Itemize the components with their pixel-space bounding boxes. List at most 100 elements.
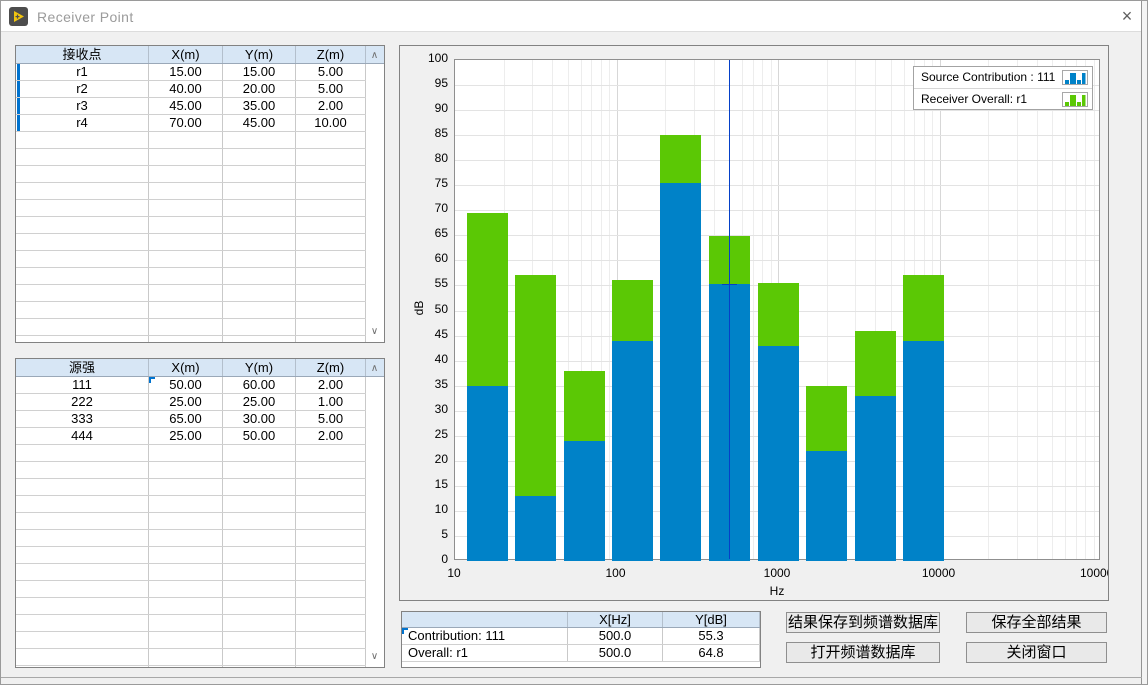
- legend-item[interactable]: Source Contribution : 111: [914, 67, 1092, 88]
- cursor-readout-row[interactable]: Contribution: 111500.055.3: [402, 628, 760, 645]
- source-row: [16, 513, 366, 530]
- table-cell[interactable]: Contribution: 111: [402, 628, 568, 644]
- save-results-to-spectrum-db-button[interactable]: 结果保存到频谱数据库: [786, 612, 940, 633]
- table-cell[interactable]: 5.00: [296, 64, 366, 80]
- table-cell: [296, 200, 366, 216]
- close-window-button[interactable]: 关闭窗口: [966, 642, 1107, 663]
- source-header-cell: X(m): [149, 359, 223, 376]
- table-cell[interactable]: 15.00: [149, 64, 223, 80]
- table-cell: [149, 183, 223, 199]
- table-cell[interactable]: r2: [16, 81, 149, 97]
- table-cell: [16, 285, 149, 301]
- y-tick-label: 60: [408, 251, 448, 265]
- source-row[interactable]: 11150.0060.002.00: [16, 377, 366, 394]
- table-cell: [296, 581, 366, 597]
- source-row[interactable]: 44425.0050.002.00: [16, 428, 366, 445]
- source-row: [16, 598, 366, 615]
- source-row: [16, 615, 366, 632]
- table-cell: [223, 615, 296, 631]
- source-row: [16, 632, 366, 649]
- receiver-row[interactable]: r115.0015.005.00: [16, 64, 366, 81]
- table-cell[interactable]: 10.00: [296, 115, 366, 131]
- source-row[interactable]: 33365.0030.005.00: [16, 411, 366, 428]
- table-cell: [16, 649, 149, 665]
- scroll-down-icon[interactable]: ∨: [367, 325, 382, 339]
- table-cell: [16, 200, 149, 216]
- row-selection-marker: [17, 81, 20, 97]
- table-cell[interactable]: 2.00: [296, 377, 366, 393]
- row-selection-marker: [17, 115, 20, 131]
- table-cell: [296, 513, 366, 529]
- receiver-row[interactable]: r470.0045.0010.00: [16, 115, 366, 132]
- scroll-up-icon[interactable]: ∧: [367, 49, 382, 63]
- table-cell: [16, 132, 149, 148]
- table-cell: [296, 251, 366, 267]
- cursor-readout-header-row: X[Hz]Y[dB]: [402, 612, 760, 628]
- table-cell[interactable]: 2.00: [296, 98, 366, 114]
- y-tick-label: 5: [408, 527, 448, 541]
- y-tick-label: 25: [408, 427, 448, 441]
- table-cell[interactable]: 35.00: [223, 98, 296, 114]
- table-cell[interactable]: 25.00: [149, 394, 223, 410]
- save-all-results-button[interactable]: 保存全部结果: [966, 612, 1107, 633]
- table-cell[interactable]: 20.00: [223, 81, 296, 97]
- open-spectrum-db-button[interactable]: 打开频谱数据库: [786, 642, 940, 663]
- scroll-down-icon[interactable]: ∨: [367, 650, 382, 664]
- table-cell[interactable]: 50.00: [223, 428, 296, 444]
- table-cell[interactable]: r3: [16, 98, 149, 114]
- table-cell[interactable]: 15.00: [223, 64, 296, 80]
- table-cell[interactable]: 2.00: [296, 428, 366, 444]
- table-cell[interactable]: 333: [16, 411, 149, 427]
- bar-contribution: [903, 341, 944, 561]
- table-cell[interactable]: 70.00: [149, 115, 223, 131]
- table-cell[interactable]: 500.0: [568, 628, 663, 644]
- y-tick-label: 90: [408, 101, 448, 115]
- table-cell[interactable]: 40.00: [149, 81, 223, 97]
- table-cell[interactable]: 111: [16, 377, 149, 393]
- source-row[interactable]: 22225.0025.001.00: [16, 394, 366, 411]
- table-cell[interactable]: r1: [16, 64, 149, 80]
- table-cell: [296, 149, 366, 165]
- table-cell[interactable]: 5.00: [296, 411, 366, 427]
- receiver-row[interactable]: r240.0020.005.00: [16, 81, 366, 98]
- table-cell: [16, 581, 149, 597]
- table-cell: [223, 268, 296, 284]
- table-cell[interactable]: Overall: r1: [402, 645, 568, 661]
- close-icon[interactable]: ×: [1113, 4, 1141, 30]
- table-cell[interactable]: r4: [16, 115, 149, 131]
- table-cell[interactable]: 50.00: [149, 377, 223, 393]
- chart-cursor-line[interactable]: [729, 60, 730, 559]
- cursor-readout-row[interactable]: Overall: r1500.064.8: [402, 645, 760, 662]
- table-cell[interactable]: 25.00: [149, 428, 223, 444]
- window-right-strip: [1142, 1, 1148, 685]
- table-cell[interactable]: 45.00: [223, 115, 296, 131]
- table-cell[interactable]: 45.00: [149, 98, 223, 114]
- table-cell[interactable]: 5.00: [296, 81, 366, 97]
- receiver-row[interactable]: r345.0035.002.00: [16, 98, 366, 115]
- table-cell: [296, 649, 366, 665]
- table-cell[interactable]: 500.0: [568, 645, 663, 661]
- legend-label: Source Contribution : 111: [921, 67, 1055, 88]
- title-bar[interactable]: Receiver Point ×: [1, 1, 1141, 32]
- source-header-cell: 源强: [16, 359, 149, 376]
- table-cell: [16, 217, 149, 233]
- table-cell: [149, 166, 223, 182]
- table-cell[interactable]: 65.00: [149, 411, 223, 427]
- scroll-up-icon[interactable]: ∧: [367, 362, 382, 376]
- legend-item[interactable]: Receiver Overall: r1: [914, 88, 1092, 109]
- table-cell[interactable]: 60.00: [223, 377, 296, 393]
- table-cell: [296, 319, 366, 335]
- table-cell[interactable]: 444: [16, 428, 149, 444]
- table-cell[interactable]: 55.3: [663, 628, 760, 644]
- table-cell: [16, 445, 149, 461]
- plot-area[interactable]: Source Contribution : 111Receiver Overal…: [454, 59, 1100, 560]
- table-cell: [296, 479, 366, 495]
- table-cell[interactable]: 30.00: [223, 411, 296, 427]
- table-cell[interactable]: 64.8: [663, 645, 760, 661]
- table-cell: [296, 132, 366, 148]
- table-cell: [149, 149, 223, 165]
- table-cell[interactable]: 222: [16, 394, 149, 410]
- table-cell[interactable]: 1.00: [296, 394, 366, 410]
- table-cell[interactable]: 25.00: [223, 394, 296, 410]
- chart-legend[interactable]: Source Contribution : 111Receiver Overal…: [913, 66, 1093, 110]
